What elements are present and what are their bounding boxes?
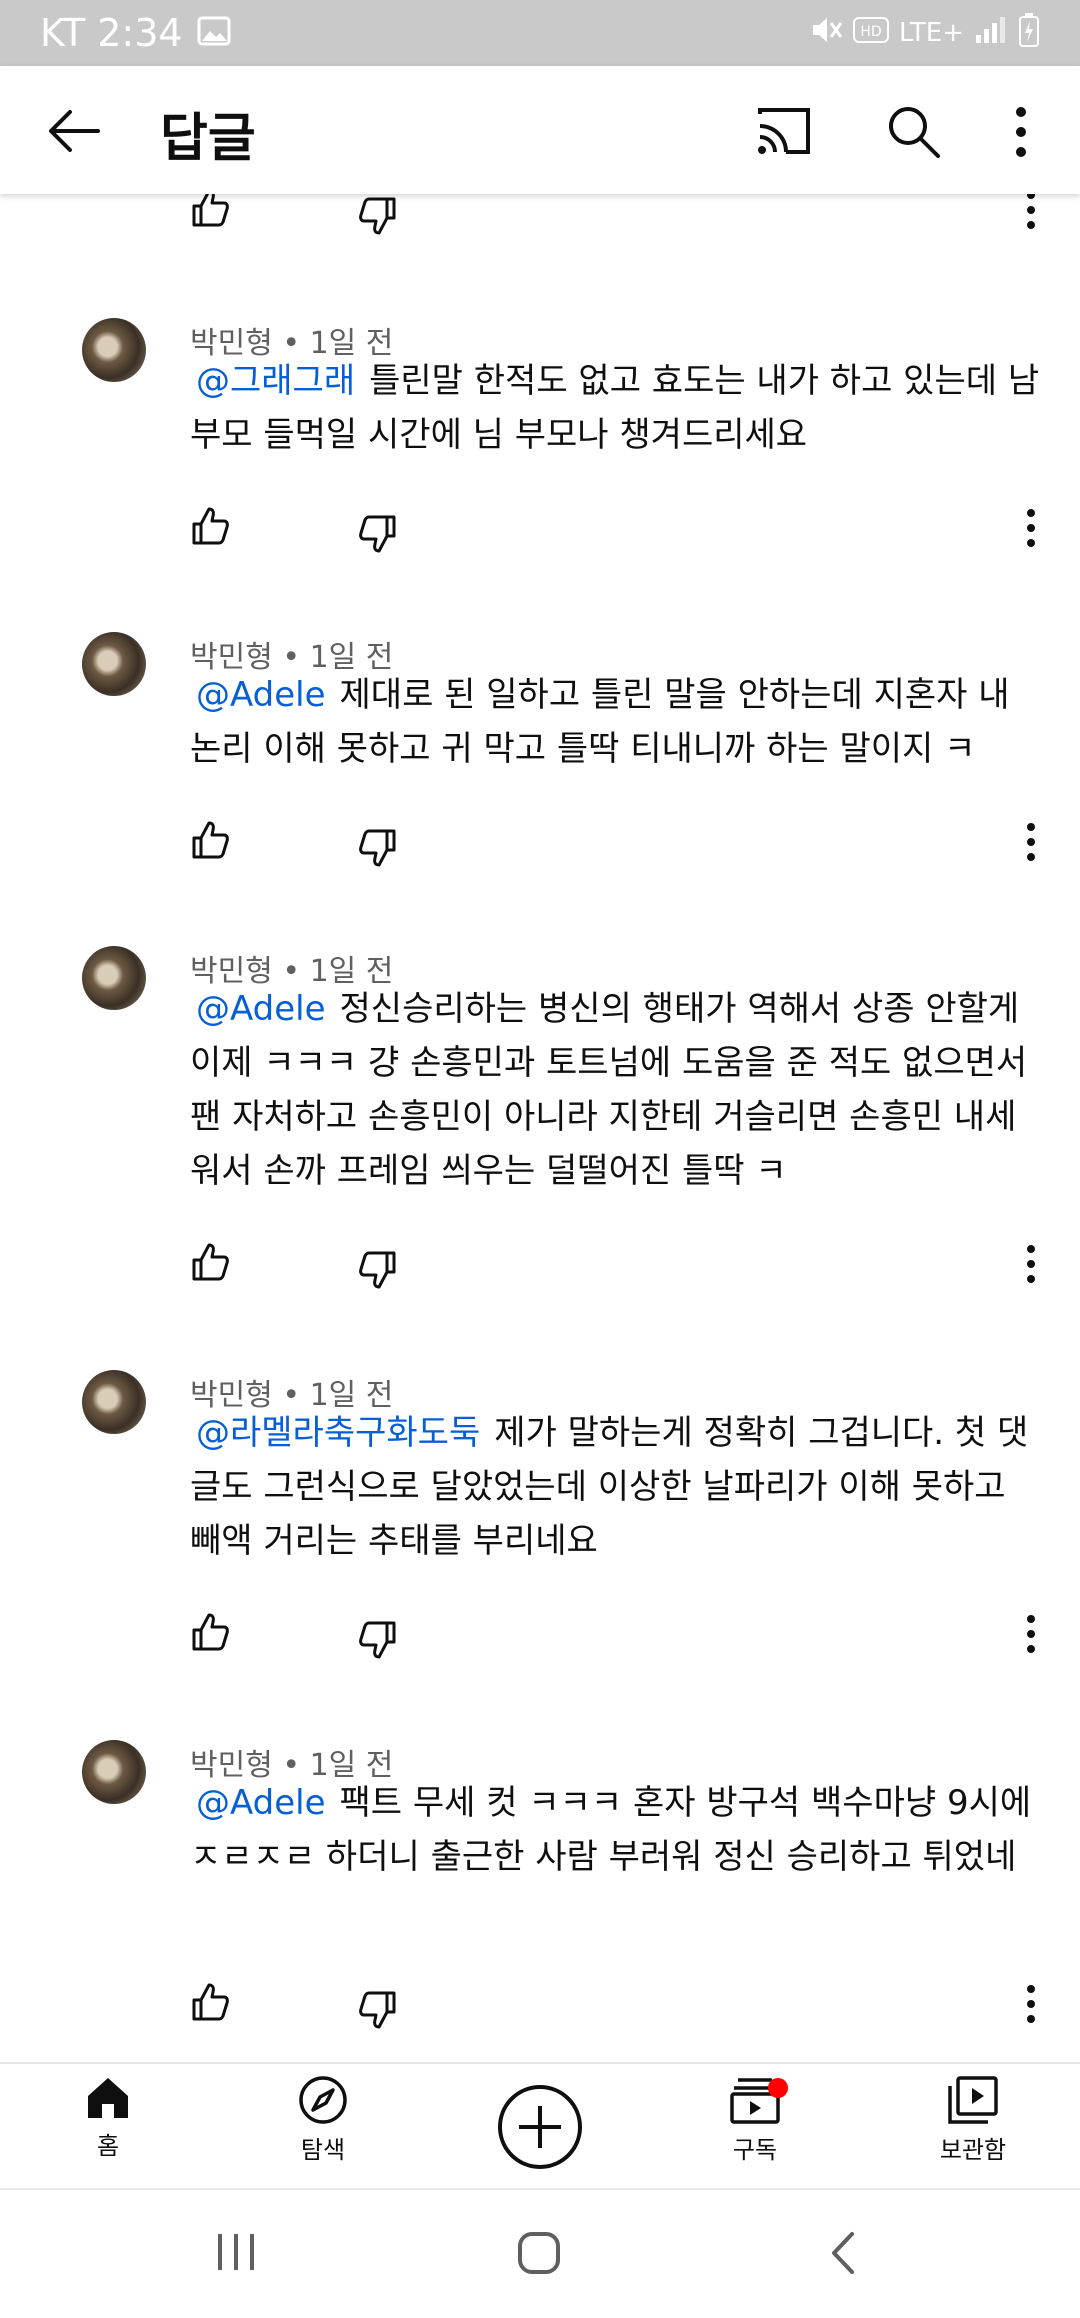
more-vert-icon: [1027, 1985, 1035, 2023]
comment-text: @Adele 정신승리하는 병신의 행태가 역해서 상종 안할게 이제 ㅋㅋㅋ 걍…: [190, 982, 1040, 1198]
nav-subscriptions-label: 구독: [732, 2136, 778, 2164]
thumbs-up-icon: [192, 194, 229, 227]
dislike-button[interactable]: [358, 514, 398, 554]
battery-icon: [1018, 12, 1040, 55]
search-button[interactable]: [884, 102, 942, 160]
thumbs-up-icon: [192, 821, 229, 859]
back-arrow-icon: [49, 110, 100, 152]
thumbs-down-icon: [359, 1621, 396, 1659]
thumbs-down-icon: [359, 829, 396, 867]
more-vert-icon: [1027, 194, 1035, 229]
home-square-icon: [518, 2232, 560, 2274]
comment-actions: [0, 1242, 1080, 1302]
recent-apps-button[interactable]: [214, 2230, 258, 2278]
system-navigation-bar: [0, 2188, 1080, 2318]
home-icon: [88, 2078, 128, 2118]
avatar[interactable]: [82, 946, 146, 1010]
search-icon: [889, 107, 940, 158]
avatar[interactable]: [82, 1370, 146, 1434]
cast-icon: [758, 108, 810, 154]
comment-more-button[interactable]: [1020, 820, 1042, 864]
create-button[interactable]: [497, 2084, 583, 2170]
previous-comment-actions: [0, 194, 1080, 248]
page-title: 답글: [160, 109, 256, 169]
nav-library[interactable]: 보관함: [898, 2074, 1048, 2165]
like-button[interactable]: [190, 1242, 230, 1282]
dislike-button[interactable]: [358, 1250, 398, 1290]
thumbs-up-icon: [192, 507, 229, 545]
recent-apps-icon: [218, 2234, 254, 2270]
comment-text: @그래그래 틀린말 한적도 없고 효도는 내가 하고 있는데 남 부모 들먹일 시…: [190, 354, 1040, 462]
comment-text: @Adele 팩트 무세 컷 ㅋㅋㅋ 혼자 방구석 백수마냥 9시에 ㅈㄹㅈㄹ 하…: [190, 1776, 1040, 1884]
thumbs-down-icon: [359, 1991, 396, 2029]
comment-more-button[interactable]: [1020, 194, 1042, 232]
home-system-button[interactable]: [516, 2230, 562, 2280]
thumbs-down-icon: [359, 1251, 396, 1289]
carrier-time: KT 2:34: [40, 11, 183, 55]
mention-link[interactable]: @Adele: [196, 1783, 326, 1823]
comment-text: @Adele 제대로 된 일하고 틀린 말을 안하는데 지혼자 내 논리 이해 못…: [190, 668, 1040, 776]
network-label: LTE+: [899, 18, 964, 48]
library-icon: [948, 2076, 998, 2124]
comment-more-button[interactable]: [1020, 1612, 1042, 1656]
dislike-button[interactable]: [358, 828, 398, 868]
dislike-button[interactable]: [358, 1620, 398, 1660]
comment-text: @라멜라축구화도둑 제가 말하는게 정확히 그겁니다. 첫 댓글도 그런식으로 달…: [190, 1406, 1040, 1568]
back-system-button[interactable]: [826, 2230, 860, 2280]
more-vert-icon: [1016, 107, 1026, 157]
mention-link[interactable]: @라멜라축구화도둑: [196, 1413, 480, 1453]
notification-badge: [768, 2078, 788, 2098]
avatar[interactable]: [82, 318, 146, 382]
svg-text:HD: HD: [860, 24, 881, 40]
like-button[interactable]: [190, 1612, 230, 1652]
thumbs-up-icon: [192, 1243, 229, 1281]
dislike-button[interactable]: [358, 1990, 398, 2030]
comment-actions: [0, 506, 1080, 566]
mention-link[interactable]: @Adele: [196, 675, 326, 715]
comment-more-button[interactable]: [1020, 1982, 1042, 2026]
nav-home-label: 홈: [96, 2132, 120, 2160]
app-bar: 답글: [0, 66, 1080, 194]
compass-icon: [299, 2076, 347, 2124]
mention-link[interactable]: @그래그래: [196, 361, 355, 401]
add-circle-icon: [498, 2085, 582, 2169]
cast-button[interactable]: [754, 104, 814, 160]
hd-icon: HD: [853, 16, 889, 50]
chevron-left-icon: [832, 2232, 854, 2274]
nav-explore-label: 탐색: [300, 2136, 346, 2164]
avatar[interactable]: [82, 632, 146, 696]
comment-actions: [0, 820, 1080, 880]
like-button[interactable]: [190, 194, 230, 228]
more-vert-icon: [1027, 509, 1035, 547]
gallery-icon: [197, 11, 231, 55]
more-options-button[interactable]: [1006, 102, 1036, 162]
nav-subscriptions[interactable]: 구독: [680, 2074, 830, 2165]
comment-actions: [0, 1612, 1080, 1672]
nav-home[interactable]: 홈: [33, 2074, 183, 2161]
nav-library-label: 보관함: [939, 2136, 1007, 2164]
dislike-button[interactable]: [358, 196, 398, 236]
bottom-navigation: 홈 탐색 구독 보관함: [0, 2062, 1080, 2190]
nav-explore[interactable]: 탐색: [248, 2074, 398, 2165]
status-bar: KT 2:34 HD LTE+: [0, 0, 1080, 66]
thumbs-up-icon: [192, 1613, 229, 1651]
mention-link[interactable]: @Adele: [196, 989, 326, 1029]
like-button[interactable]: [190, 1982, 230, 2022]
more-vert-icon: [1027, 1615, 1035, 1653]
more-vert-icon: [1027, 823, 1035, 861]
comment-more-button[interactable]: [1020, 506, 1042, 550]
avatar[interactable]: [82, 1740, 146, 1804]
mute-icon: [809, 13, 843, 54]
thumbs-up-icon: [192, 1983, 229, 2021]
comment-actions: [0, 1982, 1080, 2042]
comment-more-button[interactable]: [1020, 1242, 1042, 1286]
like-button[interactable]: [190, 820, 230, 860]
signal-icon: [974, 15, 1008, 52]
back-button[interactable]: [44, 106, 104, 156]
reply-list[interactable]: 박민형 • 1일 전 @그래그래 틀린말 한적도 없고 효도는 내가 하고 있는데…: [0, 194, 1080, 2062]
like-button[interactable]: [190, 506, 230, 546]
more-vert-icon: [1027, 1245, 1035, 1283]
thumbs-down-icon: [359, 197, 396, 235]
thumbs-down-icon: [359, 515, 396, 553]
